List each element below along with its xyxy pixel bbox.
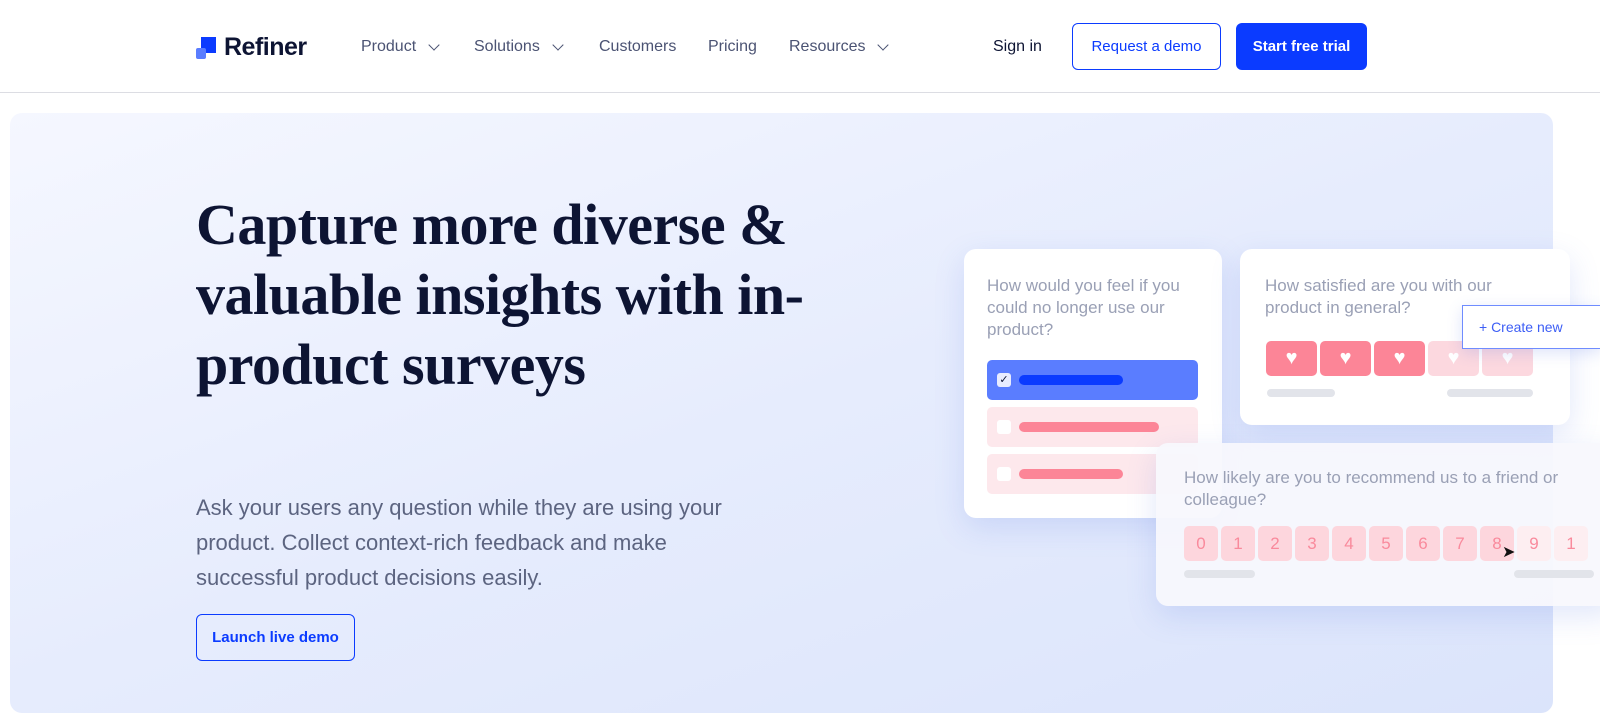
nav-customers[interactable]: Customers (599, 38, 676, 56)
nav-solutions[interactable]: Solutions (474, 38, 564, 56)
nps-option[interactable]: 2 (1258, 526, 1292, 561)
brand-name: Refiner (224, 33, 307, 61)
nav-product[interactable]: Product (361, 38, 440, 56)
hero-title: Capture more diverse & valuable insights… (196, 192, 804, 397)
logo-icon (196, 36, 216, 59)
nps-option[interactable]: 7 (1443, 526, 1477, 561)
nps-option[interactable]: 4 (1332, 526, 1366, 561)
heart-icon[interactable]: ♥ (1374, 341, 1425, 376)
create-new-button[interactable]: + Create new (1462, 305, 1600, 349)
nav-label: Resources (789, 38, 866, 55)
mouse-cursor-icon: ➤ (1502, 544, 1516, 561)
sign-in-link[interactable]: Sign in (993, 38, 1042, 56)
survey-option-selected[interactable]: ✓ (987, 360, 1198, 400)
nps-scale[interactable]: 01234567891 (1184, 526, 1588, 561)
nps-option[interactable]: 9 (1517, 526, 1551, 561)
heart-icon[interactable]: ♥ (1266, 341, 1317, 376)
option-placeholder-bar (1019, 375, 1123, 385)
option-placeholder-bar (1019, 469, 1123, 479)
checkbox-icon (997, 467, 1011, 481)
nps-option[interactable]: 5 (1369, 526, 1403, 561)
nps-option[interactable]: 1 (1554, 526, 1588, 561)
nav-pricing[interactable]: Pricing (708, 38, 757, 56)
survey-option[interactable] (987, 407, 1198, 447)
placeholder-bar (1514, 570, 1594, 578)
nav-label: Solutions (474, 38, 540, 55)
request-demo-button[interactable]: Request a demo (1072, 23, 1221, 70)
survey-question: How likely are you to recommend us to a … (1184, 468, 1559, 509)
heart-icon[interactable]: ♥ (1320, 341, 1371, 376)
placeholder-bar (1267, 389, 1335, 397)
chevron-down-icon (428, 39, 440, 51)
placeholder-bar (1184, 570, 1255, 578)
nav-resources[interactable]: Resources (789, 38, 890, 56)
survey-question: How would you feel if you could no longe… (987, 276, 1180, 339)
launch-demo-button[interactable]: Launch live demo (196, 614, 355, 661)
checkbox-checked-icon: ✓ (997, 373, 1011, 387)
nps-option[interactable]: 1 (1221, 526, 1255, 561)
chevron-down-icon (552, 39, 564, 51)
nav-label: Pricing (708, 38, 757, 55)
nps-option[interactable]: 6 (1406, 526, 1440, 561)
nps-option[interactable]: 0 (1184, 526, 1218, 561)
option-placeholder-bar (1019, 422, 1159, 432)
nps-option[interactable]: 3 (1295, 526, 1329, 561)
nav-label: Customers (599, 38, 677, 55)
top-nav: Refiner Product Solutions Customers Pric… (0, 0, 1600, 93)
hero-subtitle: Ask your users any question while they a… (196, 495, 722, 590)
chevron-down-icon (877, 39, 890, 51)
survey-card-nps: How likely are you to recommend us to a … (1156, 443, 1600, 606)
placeholder-bar (1447, 389, 1533, 397)
start-trial-button[interactable]: Start free trial (1236, 23, 1367, 70)
checkbox-icon (997, 420, 1011, 434)
brand-logo[interactable]: Refiner (196, 33, 307, 62)
nav-label: Product (361, 38, 417, 55)
